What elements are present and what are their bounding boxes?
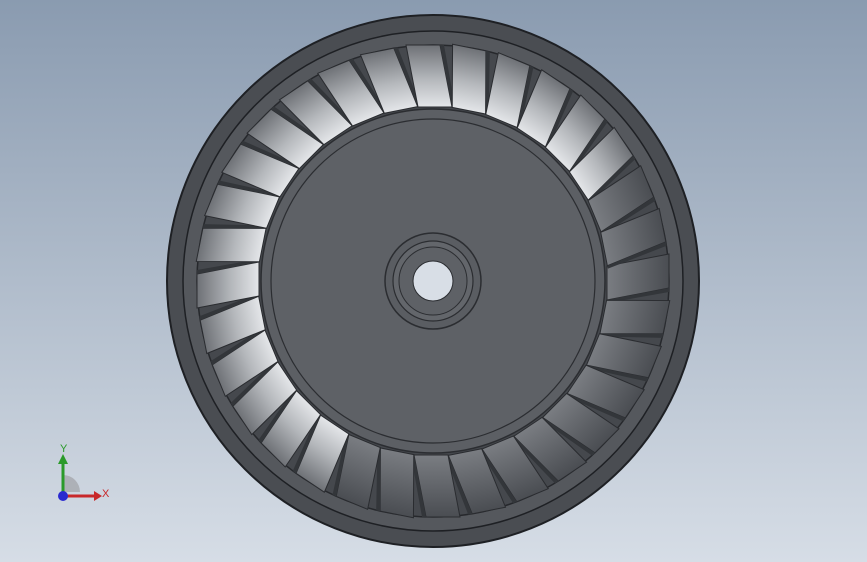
x-axis-arrowhead-icon xyxy=(94,491,102,501)
center-bore xyxy=(412,260,454,302)
triad-arc xyxy=(63,475,80,492)
turbine-wheel-model[interactable] xyxy=(0,0,867,562)
graphics-viewport[interactable]: Y X xyxy=(0,0,867,562)
y-axis-arrowhead-icon xyxy=(58,454,68,464)
z-axis-dot-icon xyxy=(58,491,68,501)
x-axis-label: X xyxy=(102,488,110,500)
y-axis-label: Y xyxy=(60,443,68,455)
reference-triad: Y X xyxy=(58,443,110,501)
